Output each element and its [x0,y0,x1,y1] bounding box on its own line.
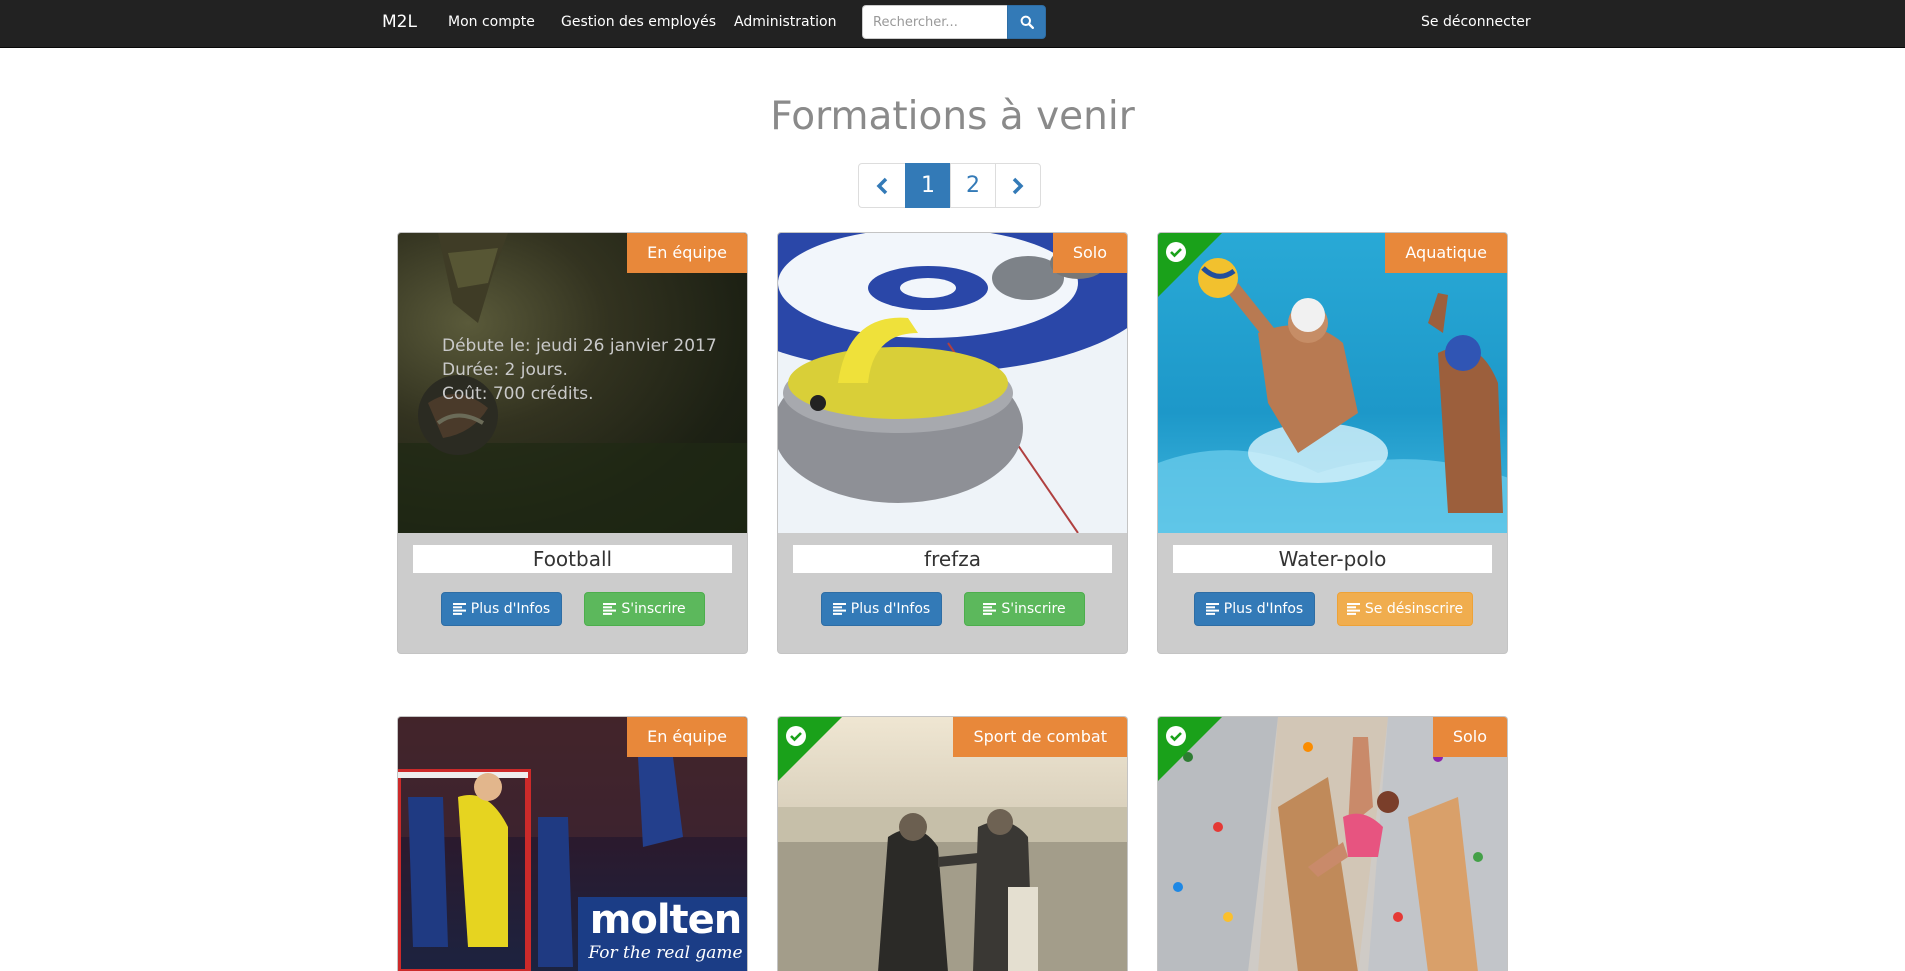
training-card: molten For the real game En équipe [397,716,748,971]
card-cost: Coût: 700 crédits. [442,384,594,404]
register-label: S'inscrire [1001,601,1066,617]
training-card: Aquatique Water-polo Plus d'Infos Se dés… [1157,232,1508,654]
check-circle-icon [1166,242,1186,262]
card-image[interactable]: molten For the real game En équipe [398,717,747,971]
category-badge: Solo [1432,717,1507,757]
search-icon [1020,15,1034,29]
card-image[interactable]: Sport de combat [778,717,1127,971]
align-left-icon [452,603,466,615]
nav-gestion-employes[interactable]: Gestion des employés [561,14,716,30]
training-card: Solo frefza Plus d'Infos S'inscrire [777,232,1128,654]
pagination-page-2[interactable]: 2 [950,163,996,208]
unregister-label: Se désinscrire [1364,601,1464,617]
sponsor-logo-subtext: For the real game [588,943,743,963]
align-left-icon [1205,603,1219,615]
page-title: Formations à venir [770,94,1135,139]
register-button[interactable]: S'inscrire [584,592,705,626]
training-card: Solo [1157,716,1508,971]
category-badge: En équipe [627,717,747,757]
card-image[interactable]: Aquatique [1158,233,1507,533]
card-image[interactable]: Solo [1158,717,1507,971]
check-circle-icon [1166,726,1186,746]
align-left-icon [603,603,617,615]
navbar: M2L Mon compte Gestion des employés Admi… [0,0,1905,48]
chevron-left-icon [876,177,888,194]
logout-link[interactable]: Se déconnecter [1421,14,1531,30]
card-image[interactable]: Solo [778,233,1127,533]
pagination: 1 2 [858,163,1041,208]
card-details: Débute le: jeudi 26 janvier 2017 Durée: … [442,334,717,406]
sponsor-logo: molten For the real game [582,897,747,971]
nav-administration[interactable]: Administration [734,14,836,30]
search-input[interactable] [862,5,1008,39]
more-info-label: Plus d'Infos [1223,601,1304,617]
more-info-button[interactable]: Plus d'Infos [1194,592,1315,626]
sponsor-logo-text: molten [589,897,743,943]
register-label: S'inscrire [621,601,686,617]
align-left-icon [1346,603,1360,615]
card-start-date: Débute le: jeudi 26 janvier 2017 [442,336,717,356]
training-card: Sport de combat [777,716,1128,971]
card-image[interactable]: Débute le: jeudi 26 janvier 2017 Durée: … [398,233,747,533]
nav-mon-compte[interactable]: Mon compte [448,14,535,30]
category-badge: Sport de combat [953,717,1127,757]
category-badge: Aquatique [1385,233,1507,273]
search-button[interactable] [1007,5,1046,39]
card-title: Football [412,544,733,574]
more-info-button[interactable]: Plus d'Infos [821,592,942,626]
card-title: Water-polo [1172,544,1493,574]
training-card: Débute le: jeudi 26 janvier 2017 Durée: … [397,232,748,654]
category-badge: En équipe [627,233,747,273]
register-button[interactable]: S'inscrire [964,592,1085,626]
card-title: frefza [792,544,1113,574]
brand-link[interactable]: M2L [382,12,417,32]
align-left-icon [983,603,997,615]
align-left-icon [832,603,846,615]
pagination-prev[interactable] [858,163,906,208]
pagination-page-1[interactable]: 1 [905,163,951,208]
more-info-button[interactable]: Plus d'Infos [441,592,562,626]
unregister-button[interactable]: Se désinscrire [1337,592,1473,626]
more-info-label: Plus d'Infos [470,601,551,617]
pagination-next[interactable] [995,163,1041,208]
more-info-label: Plus d'Infos [850,601,931,617]
category-badge: Solo [1052,233,1127,273]
curling-photo [778,233,1127,533]
card-duration: Durée: 2 jours. [442,360,568,380]
check-circle-icon [786,726,806,746]
chevron-right-icon [1012,177,1024,194]
